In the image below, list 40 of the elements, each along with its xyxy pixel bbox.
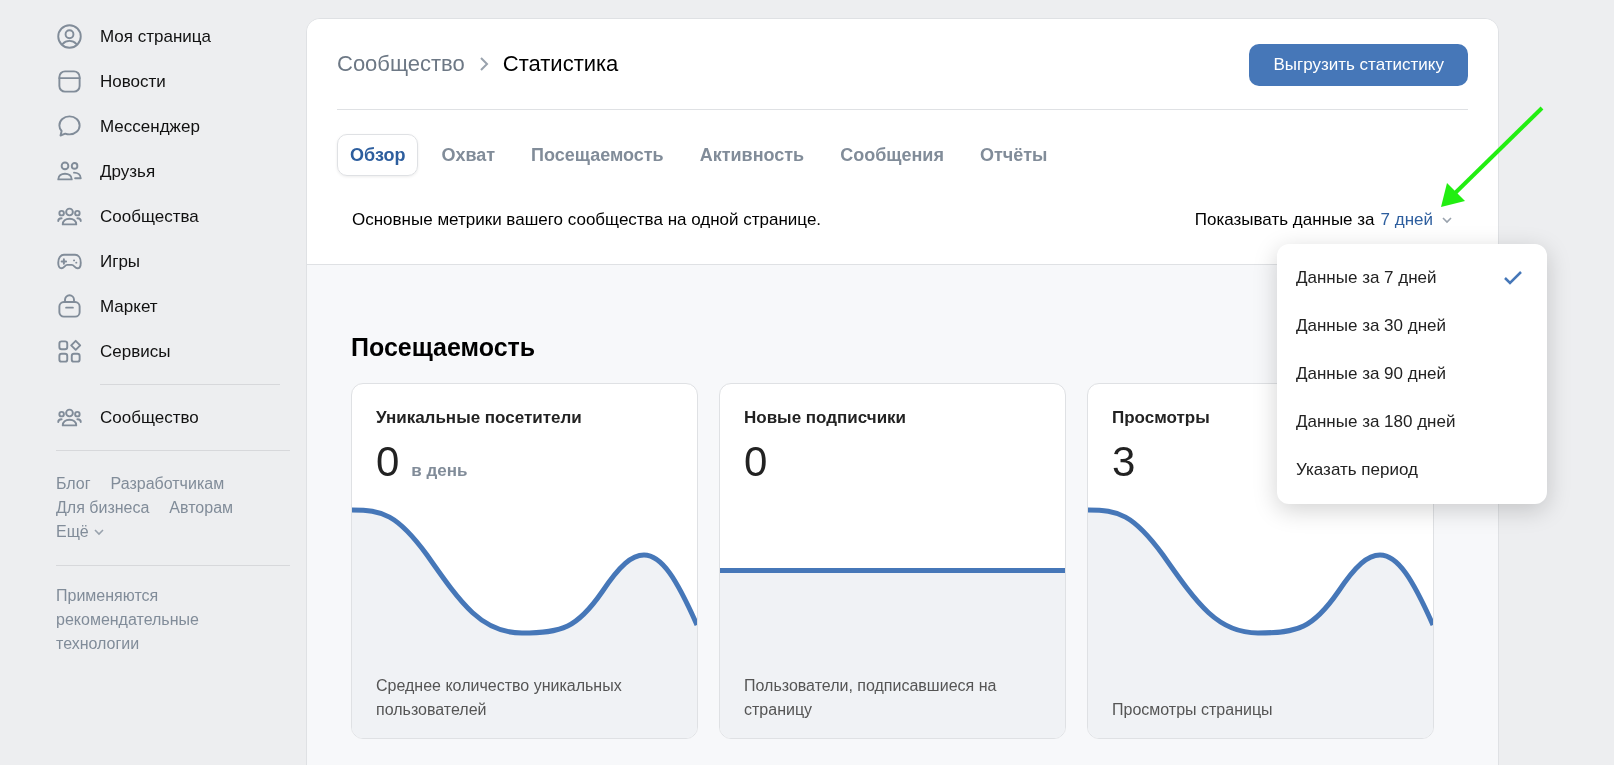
sidebar-item[interactable]: Моя страница bbox=[56, 14, 290, 59]
export-button[interactable]: Выгрузить статистику bbox=[1249, 44, 1468, 86]
recommendation-note: Применяются рекомендательные технологии bbox=[56, 586, 200, 654]
breadcrumb-link[interactable]: Сообщество bbox=[337, 51, 465, 77]
menu-item[interactable]: Данные за 30 дней bbox=[1277, 302, 1547, 350]
metric-caption: Просмотры страницы bbox=[1112, 700, 1273, 720]
sidebar-item[interactable]: Мессенджер bbox=[56, 104, 290, 149]
sidebar-item[interactable]: Друзья bbox=[56, 149, 290, 194]
sidebar-item[interactable]: Сервисы bbox=[56, 329, 290, 374]
sidebar-item[interactable]: Маркет bbox=[56, 284, 290, 329]
sidebar-item[interactable]: Новости bbox=[56, 59, 290, 104]
menu-item[interactable]: Данные за 180 дней bbox=[1277, 398, 1547, 446]
chevron-icon bbox=[478, 56, 489, 72]
sidebar-item[interactable]: Сообщество bbox=[56, 395, 290, 440]
metric-title: Просмотры bbox=[1112, 408, 1210, 428]
menu-item[interactable]: Данные за 7 дней bbox=[1277, 254, 1547, 302]
metric-title: Уникальные посетители bbox=[376, 408, 582, 428]
metric-caption: Пользователи, подписавшиеся на страницу bbox=[744, 676, 998, 720]
period-label: Показывать данные за bbox=[1194, 210, 1375, 230]
profile-icon bbox=[56, 23, 83, 50]
metric-title: Новые подписчики bbox=[744, 408, 907, 428]
sidebar-item[interactable]: Сообщества bbox=[56, 194, 290, 239]
caret-icon bbox=[1441, 216, 1453, 224]
services-icon bbox=[56, 338, 83, 365]
page-title: Статистика bbox=[502, 51, 619, 77]
menu-item[interactable]: Указать период bbox=[1277, 446, 1547, 494]
section-title: Посещаемость bbox=[351, 333, 536, 362]
tab[interactable]: Обзор bbox=[337, 134, 419, 176]
description-text: Основные метрики вашего сообщества на одной странице. bbox=[352, 210, 822, 230]
news-icon bbox=[56, 68, 83, 95]
metric-unit: в день bbox=[411, 461, 468, 481]
market-icon bbox=[56, 293, 83, 320]
metric-value: 0 bbox=[376, 438, 400, 486]
metric-caption: Среднее количество уникальных пользователей bbox=[376, 676, 623, 720]
metric-value: 3 bbox=[1112, 438, 1136, 486]
period-dropdown[interactable]: 7 дней bbox=[1380, 210, 1453, 230]
metric-value: 0 bbox=[744, 438, 768, 486]
menu-item[interactable]: Данные за 90 дней bbox=[1277, 350, 1547, 398]
sidebar-item[interactable]: Игры bbox=[56, 239, 290, 284]
caret-icon bbox=[92, 528, 105, 536]
